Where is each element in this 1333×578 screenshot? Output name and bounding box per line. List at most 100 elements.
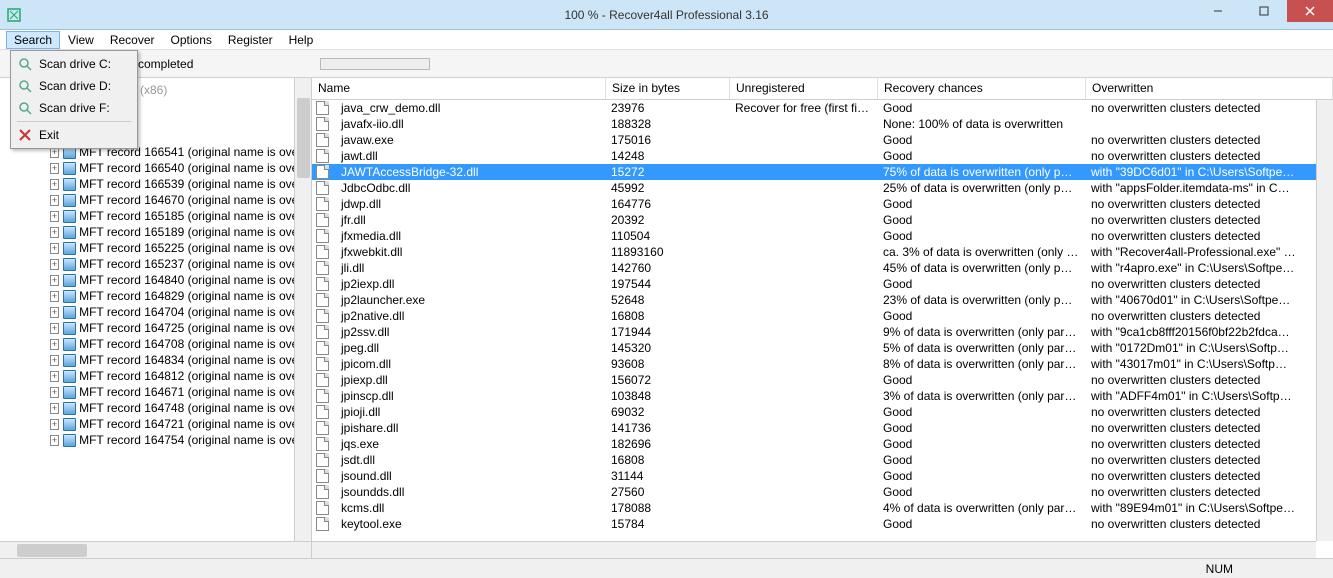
cell-recovery: None: 100% of data is overwritten xyxy=(877,117,1085,131)
minimize-button[interactable] xyxy=(1195,0,1241,22)
list-row[interactable]: jawt.dll14248Goodno overwritten clusters… xyxy=(312,148,1333,164)
cell-name: jpinscp.dll xyxy=(335,389,605,403)
list-row[interactable]: jsound.dll31144Goodno overwritten cluste… xyxy=(312,468,1333,484)
list-row[interactable]: jpinscp.dll1038483% of data is overwritt… xyxy=(312,388,1333,404)
list-row[interactable]: jp2native.dll16808Goodno overwritten clu… xyxy=(312,308,1333,324)
tree-item[interactable]: +MFT record 164812 (original name is ove… xyxy=(0,368,311,384)
expand-toggle[interactable]: + xyxy=(50,419,59,430)
tree-item[interactable]: +MFT record 164840 (original name is ove… xyxy=(0,272,311,288)
menu-view[interactable]: View xyxy=(60,31,102,49)
tree-horizontal-scrollbar[interactable] xyxy=(0,541,311,558)
list-row[interactable]: jdwp.dll164776Goodno overwritten cluster… xyxy=(312,196,1333,212)
menu-item-label: Scan drive D: xyxy=(39,79,111,93)
menu-register[interactable]: Register xyxy=(220,31,281,49)
tree-item[interactable]: +MFT record 164829 (original name is ove… xyxy=(0,288,311,304)
tree-item[interactable]: +MFT record 165237 (original name is ove… xyxy=(0,256,311,272)
list-row[interactable]: jpiexp.dll156072Goodno overwritten clust… xyxy=(312,372,1333,388)
expand-toggle[interactable]: + xyxy=(50,243,59,254)
list-row[interactable]: jpioji.dll69032Goodno overwritten cluste… xyxy=(312,404,1333,420)
expand-toggle[interactable]: + xyxy=(50,195,59,206)
maximize-button[interactable] xyxy=(1241,0,1287,22)
tree-item[interactable]: +MFT record 165189 (original name is ove… xyxy=(0,224,311,240)
tree-item[interactable]: +MFT record 166539 (original name is ove… xyxy=(0,176,311,192)
menu-help[interactable]: Help xyxy=(281,31,322,49)
cell-size: 52648 xyxy=(605,293,729,307)
tree-item[interactable]: +MFT record 165225 (original name is ove… xyxy=(0,240,311,256)
menu-item-scan-drive-d-[interactable]: Scan drive D: xyxy=(13,75,135,97)
column-header-recovery-chances[interactable]: Recovery chances xyxy=(878,78,1086,99)
menu-item-scan-drive-f-[interactable]: Scan drive F: xyxy=(13,97,135,119)
tree-item[interactable]: +MFT record 164670 (original name is ove… xyxy=(0,192,311,208)
expand-toggle[interactable]: + xyxy=(50,339,59,350)
list-row[interactable]: jsdt.dll16808Goodno overwritten clusters… xyxy=(312,452,1333,468)
menu-options[interactable]: Options xyxy=(163,31,220,49)
expand-toggle[interactable]: + xyxy=(50,387,59,398)
list-row[interactable]: jfr.dll20392Goodno overwritten clusters … xyxy=(312,212,1333,228)
expand-toggle[interactable]: + xyxy=(50,291,59,302)
list-row[interactable]: jpishare.dll141736Goodno overwritten clu… xyxy=(312,420,1333,436)
list-row[interactable]: jfxwebkit.dll11893160ca. 3% of data is o… xyxy=(312,244,1333,260)
tree-item[interactable]: +MFT record 164721 (original name is ove… xyxy=(0,416,311,432)
cell-overwritten: with "40670d01" in C:\Users\Softpe… xyxy=(1085,293,1333,307)
list-vertical-scrollbar[interactable] xyxy=(1316,100,1333,541)
list-row[interactable]: jp2ssv.dll1719449% of data is overwritte… xyxy=(312,324,1333,340)
list-row[interactable]: jqs.exe182696Goodno overwritten clusters… xyxy=(312,436,1333,452)
list-row[interactable]: javafx-iio.dll188328None: 100% of data i… xyxy=(312,116,1333,132)
tree-item[interactable]: +MFT record 164708 (original name is ove… xyxy=(0,336,311,352)
list-row[interactable]: jpicom.dll936088% of data is overwritten… xyxy=(312,356,1333,372)
column-header-name[interactable]: Name xyxy=(312,78,606,99)
list-row[interactable]: jp2iexp.dll197544Goodno overwritten clus… xyxy=(312,276,1333,292)
tree-item[interactable]: +MFT record 164754 (original name is ove… xyxy=(0,432,311,448)
menu-search[interactable]: Search xyxy=(6,31,60,49)
expand-toggle[interactable]: + xyxy=(50,323,59,334)
expand-toggle[interactable]: + xyxy=(50,355,59,366)
column-header-overwritten[interactable]: Overwritten xyxy=(1086,78,1333,99)
menu-item-exit[interactable]: Exit xyxy=(13,124,135,146)
list-row[interactable]: javaw.exe175016Goodno overwritten cluste… xyxy=(312,132,1333,148)
folder-icon xyxy=(63,242,76,255)
expand-toggle[interactable]: + xyxy=(50,163,59,174)
expand-toggle[interactable]: + xyxy=(50,211,59,222)
tree-item[interactable]: +MFT record 164704 (original name is ove… xyxy=(0,304,311,320)
expand-toggle[interactable]: + xyxy=(50,371,59,382)
cell-name: JdbcOdbc.dll xyxy=(335,181,605,195)
menu-recover[interactable]: Recover xyxy=(102,31,163,49)
close-button[interactable] xyxy=(1287,0,1333,22)
tree-item[interactable]: +MFT record 166540 (original name is ove… xyxy=(0,160,311,176)
tree-item[interactable]: +MFT record 164725 (original name is ove… xyxy=(0,320,311,336)
tree-item[interactable]: +MFT record 165185 (original name is ove… xyxy=(0,208,311,224)
tree-item[interactable]: +MFT record 164834 (original name is ove… xyxy=(0,352,311,368)
cell-overwritten: with "39DC6d01" in C:\Users\Softpe… xyxy=(1085,165,1333,179)
column-header-unregistered[interactable]: Unregistered xyxy=(730,78,878,99)
file-icon xyxy=(316,501,332,515)
file-icon xyxy=(316,357,332,371)
tree-item[interactable]: +MFT record 164671 (original name is ove… xyxy=(0,384,311,400)
expand-toggle[interactable]: + xyxy=(50,307,59,318)
list-row[interactable]: keytool.exe15784Goodno overwritten clust… xyxy=(312,516,1333,532)
list-row[interactable]: jpeg.dll1453205% of data is overwritten … xyxy=(312,340,1333,356)
list-row[interactable]: JdbcOdbc.dll4599225% of data is overwrit… xyxy=(312,180,1333,196)
expand-toggle[interactable]: + xyxy=(50,403,59,414)
expand-toggle[interactable]: + xyxy=(50,275,59,286)
file-icon xyxy=(316,197,332,211)
expand-toggle[interactable]: + xyxy=(50,227,59,238)
cell-size: 188328 xyxy=(605,117,729,131)
expand-toggle[interactable]: + xyxy=(50,435,59,446)
list-row[interactable]: JAWTAccessBridge-32.dll1527275% of data … xyxy=(312,164,1333,180)
cell-name: kcms.dll xyxy=(335,501,605,515)
list-row[interactable]: java_crw_demo.dll23976Recover for free (… xyxy=(312,100,1333,116)
list-horizontal-scrollbar[interactable] xyxy=(312,541,1316,558)
column-header-size-in-bytes[interactable]: Size in bytes xyxy=(606,78,730,99)
list-row[interactable]: jsoundds.dll27560Goodno overwritten clus… xyxy=(312,484,1333,500)
list-row[interactable]: jfxmedia.dll110504Goodno overwritten clu… xyxy=(312,228,1333,244)
list-row[interactable]: jp2launcher.exe5264823% of data is overw… xyxy=(312,292,1333,308)
menu-item-scan-drive-c-[interactable]: Scan drive C: xyxy=(13,53,135,75)
cell-size: 23976 xyxy=(605,101,729,115)
tree-item[interactable]: +MFT record 164748 (original name is ove… xyxy=(0,400,311,416)
list-row[interactable]: jli.dll14276045% of data is overwritten … xyxy=(312,260,1333,276)
expand-toggle[interactable]: + xyxy=(50,179,59,190)
tree-vertical-scrollbar[interactable] xyxy=(294,78,311,541)
expand-toggle[interactable]: + xyxy=(50,259,59,270)
list-row[interactable]: kcms.dll1780884% of data is overwritten … xyxy=(312,500,1333,516)
cell-overwritten: no overwritten clusters detected xyxy=(1085,405,1333,419)
